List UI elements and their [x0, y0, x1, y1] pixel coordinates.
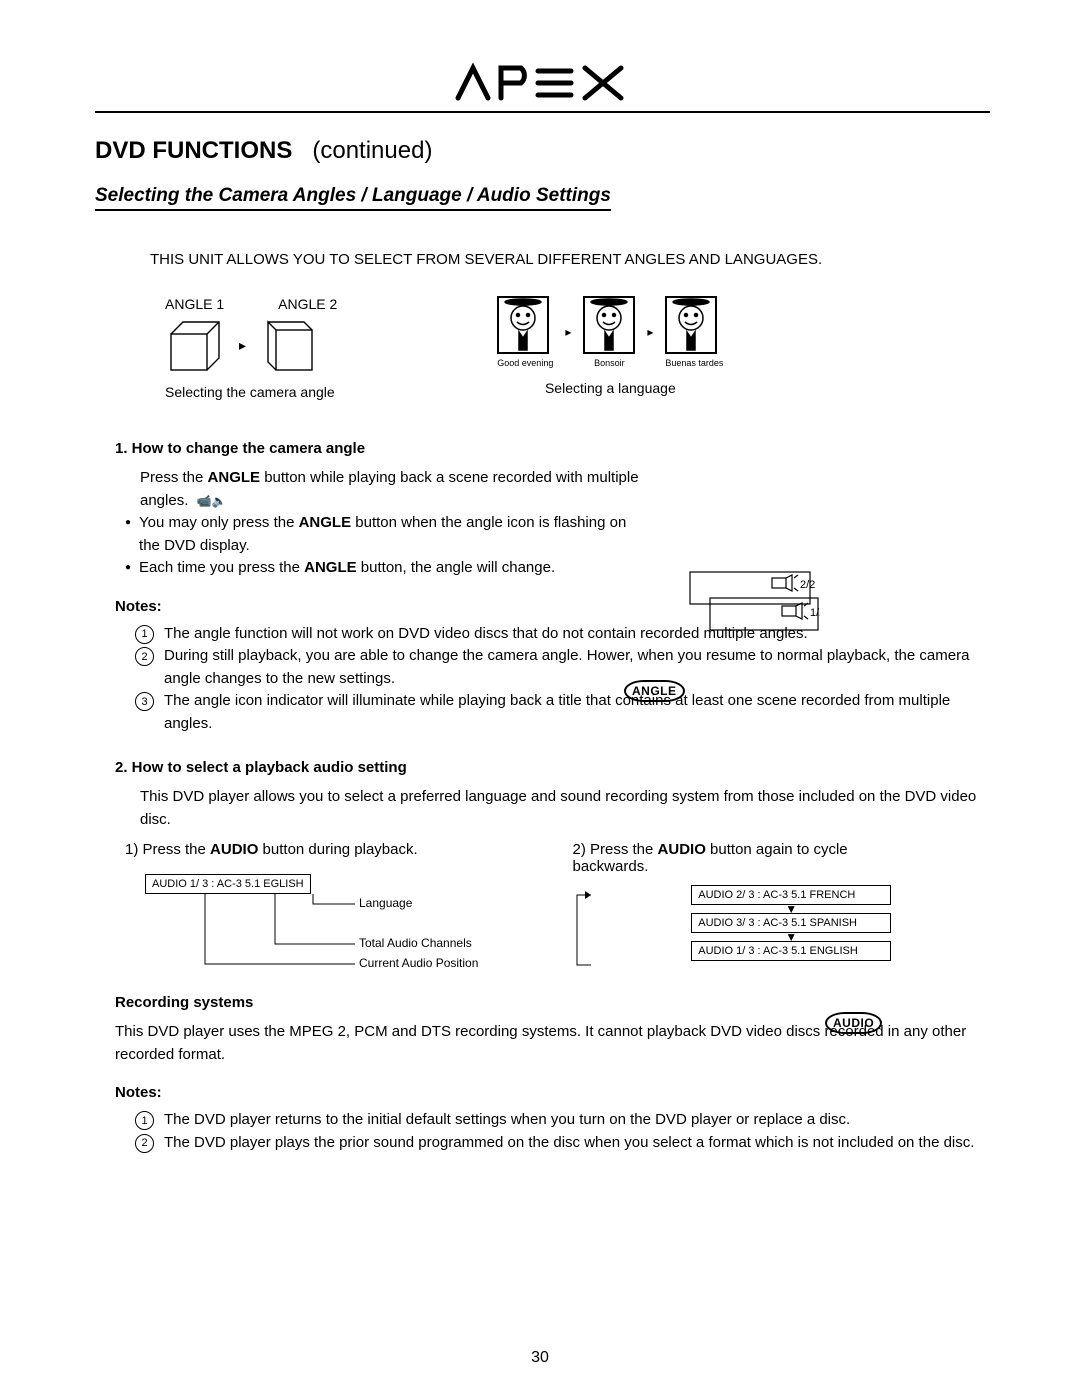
arrow-icon: ▸: [239, 337, 246, 354]
arrow-icon: ▸: [565, 325, 571, 339]
osd-bot: 1/2: [810, 607, 820, 619]
circled-1-icon: 1: [135, 1111, 154, 1130]
language-figure: Good evening ▸ Bonsoir ▸ Buenas tardes: [497, 296, 723, 396]
lang-card: [583, 296, 635, 354]
osd-top: 2/2: [800, 579, 815, 591]
audio-button: AUDIO: [825, 1012, 882, 1034]
note-item: 1The angle function will not work on DVD…: [135, 623, 990, 646]
page-title: DVD FUNCTIONS (continued): [95, 137, 990, 165]
audio-button-illustration: AUDIO: [825, 1012, 882, 1034]
bullet: Each time you press the ANGLE button, th…: [125, 557, 990, 580]
diag-label-lang: Language: [359, 896, 412, 910]
section1-heading: 1. How to change the camera angle: [115, 440, 990, 457]
audio-steps-row: 1) Press the AUDIO button during playbac…: [125, 841, 990, 980]
title-cont: (continued): [312, 137, 432, 164]
intro-text: THIS UNIT ALLOWS YOU TO SELECT FROM SEVE…: [150, 251, 990, 268]
bullet: You may only press the ANGLE button when…: [125, 512, 990, 557]
recording-heading: Recording systems: [115, 994, 990, 1011]
angle-fig-caption: Selecting the camera angle: [165, 384, 337, 400]
angle2-label: ANGLE 2: [278, 296, 337, 312]
cycle-diagram: AUDIO 2/ 3 : AC-3 5.1 FRENCH ▼ AUDIO 3/ …: [593, 885, 991, 961]
circled-2-icon: 2: [135, 1134, 154, 1153]
manual-page: DVD FUNCTIONS (continued) Selecting the …: [0, 0, 1080, 1397]
note-item: 3The angle icon indicator will illuminat…: [135, 690, 990, 735]
lang-fig-caption: Selecting a language: [497, 380, 723, 396]
cube-icon: [165, 316, 223, 374]
lang-label-2: Bonsoir: [583, 358, 635, 368]
audio-step-1: 1) Press the AUDIO button during playbac…: [125, 841, 543, 980]
diag-label-pos: Current Audio Position: [359, 956, 478, 970]
camera-speaker-icon: 📹🔈: [197, 494, 227, 508]
section-subtitle: Selecting the Camera Angles / Language /…: [95, 185, 611, 211]
diag-label-channels: Total Audio Channels: [359, 936, 472, 950]
note-item: 1The DVD player returns to the initial d…: [135, 1109, 990, 1132]
lang-card: [497, 296, 549, 354]
angle-osd-illustration: 2/2 1/2: [680, 570, 820, 655]
page-number: 30: [0, 1349, 1080, 1367]
circled-3-icon: 3: [135, 692, 154, 711]
circled-2-icon: 2: [135, 647, 154, 666]
note-item: 2During still playback, you are able to …: [135, 645, 990, 690]
section1-p1: Press the ANGLE button while playing bac…: [140, 467, 660, 512]
arrow-icon: ▸: [647, 325, 653, 339]
angle-figure: ANGLE 1 ANGLE 2 ▸: [165, 296, 337, 400]
section2-heading: 2. How to select a playback audio settin…: [115, 759, 990, 776]
section2-p1: This DVD player allows you to select a p…: [140, 786, 980, 831]
cube-icon: [262, 316, 320, 374]
down-arrow-icon: ▼: [593, 931, 991, 943]
bullet-dot-icon: [125, 557, 131, 580]
figures-row: ANGLE 1 ANGLE 2 ▸: [165, 296, 990, 400]
lang-label-3: Buenas tardes: [665, 358, 723, 368]
audio-step-2: 2) Press the AUDIO button again to cycle…: [573, 841, 991, 980]
cycle-box: AUDIO 1/ 3 : AC-3 5.1 ENGLISH: [691, 941, 891, 961]
divider: [95, 111, 990, 113]
angle1-label: ANGLE 1: [165, 296, 224, 312]
note-item: 2The DVD player plays the prior sound pr…: [135, 1132, 990, 1155]
down-arrow-icon: ▼: [593, 903, 991, 915]
circled-1-icon: 1: [135, 625, 154, 644]
bullet-dot-icon: [125, 512, 131, 535]
lang-label-1: Good evening: [497, 358, 553, 368]
notes2-heading: Notes:: [115, 1084, 990, 1101]
angle-button-illustration: ANGLE: [624, 680, 685, 702]
angle-button: ANGLE: [624, 680, 685, 702]
lang-card: [665, 296, 717, 354]
notes-heading: Notes:: [115, 598, 990, 615]
title-main: DVD FUNCTIONS: [95, 137, 292, 164]
brand-logo: [95, 60, 990, 103]
audio-diagram: AUDIO 1/ 3 : AC-3 5.1 EGLISH Language To…: [145, 870, 543, 980]
